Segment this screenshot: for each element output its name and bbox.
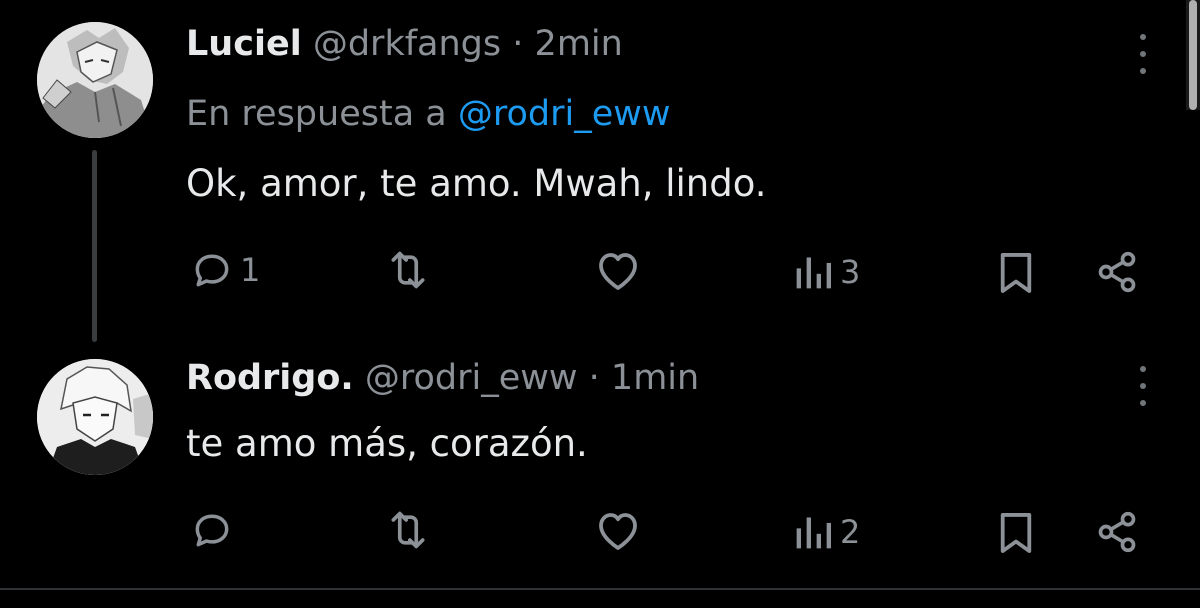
bookmark-icon bbox=[1000, 253, 1032, 293]
avatar[interactable] bbox=[37, 359, 153, 475]
retweet-button[interactable] bbox=[384, 508, 432, 552]
share-icon bbox=[1098, 251, 1136, 293]
tweet-text: Ok, amor, te amo. Mwah, lindo. bbox=[186, 162, 767, 205]
more-icon[interactable] bbox=[1128, 366, 1158, 406]
like-icon bbox=[599, 253, 637, 290]
views-icon bbox=[796, 517, 831, 549]
divider bbox=[0, 588, 1200, 590]
retweet-icon bbox=[391, 251, 425, 289]
separator-dot: · bbox=[588, 358, 600, 398]
author-name[interactable]: Luciel bbox=[186, 24, 302, 64]
avatar-image bbox=[37, 359, 153, 475]
scrollbar-thumb[interactable] bbox=[1189, 0, 1197, 110]
author-name[interactable]: Rodrigo. bbox=[186, 358, 354, 398]
separator-dot: · bbox=[512, 24, 524, 64]
reply-prefix: En respuesta a bbox=[186, 94, 447, 134]
retweet-icon bbox=[391, 511, 425, 549]
tweet-rodrigo[interactable]: Rodrigo. @rodri_eww · 1min te amo más, c… bbox=[0, 340, 1200, 588]
views-count: 3 bbox=[840, 253, 861, 291]
bookmark-button[interactable] bbox=[997, 250, 1035, 296]
like-button[interactable] bbox=[594, 508, 642, 552]
views-button[interactable]: 2 bbox=[792, 512, 860, 552]
views-count: 2 bbox=[840, 513, 861, 551]
thread-line bbox=[92, 150, 97, 342]
tweet-header: Luciel @drkfangs · 2min bbox=[186, 24, 623, 64]
views-icon bbox=[796, 257, 831, 289]
scrollbar[interactable] bbox=[1186, 0, 1200, 110]
like-button[interactable] bbox=[594, 248, 642, 292]
avatar-image bbox=[37, 22, 153, 138]
like-icon bbox=[599, 513, 637, 550]
reply-icon bbox=[195, 514, 229, 547]
author-handle[interactable]: @rodri_eww bbox=[365, 358, 578, 398]
avatar[interactable] bbox=[37, 22, 153, 138]
more-icon[interactable] bbox=[1128, 34, 1158, 74]
share-button[interactable] bbox=[1094, 250, 1140, 294]
share-icon bbox=[1098, 511, 1136, 553]
reply-mention[interactable]: @rodri_eww bbox=[458, 94, 671, 134]
tweet-luciel[interactable]: Luciel @drkfangs · 2min En respuesta a @… bbox=[0, 0, 1200, 342]
bookmark-button[interactable] bbox=[997, 510, 1035, 556]
views-button[interactable]: 3 bbox=[792, 252, 860, 292]
reply-icon bbox=[195, 254, 229, 287]
reply-button[interactable]: 1 bbox=[190, 248, 260, 292]
author-handle[interactable]: @drkfangs bbox=[313, 24, 501, 64]
timestamp[interactable]: 1min bbox=[611, 358, 699, 398]
reply-button[interactable] bbox=[190, 508, 240, 552]
tweet-text: te amo más, corazón. bbox=[186, 422, 588, 465]
timestamp[interactable]: 2min bbox=[535, 24, 623, 64]
retweet-button[interactable] bbox=[384, 248, 432, 292]
tweet-header: Rodrigo. @rodri_eww · 1min bbox=[186, 358, 699, 398]
reply-context: En respuesta a @rodri_eww bbox=[186, 94, 671, 134]
bookmark-icon bbox=[1000, 513, 1032, 553]
reply-count: 1 bbox=[240, 251, 261, 289]
share-button[interactable] bbox=[1094, 510, 1140, 554]
